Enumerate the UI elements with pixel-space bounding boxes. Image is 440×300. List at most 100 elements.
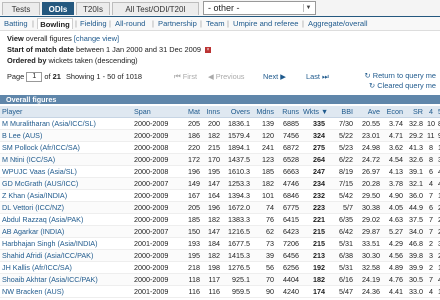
table-row: SM Pollock (Afr/ICC/SA) 2000-2008 220 215 18… (0, 141, 440, 154)
cell-player[interactable]: Abdul Razzaq (Asia/PAK) (0, 213, 132, 226)
cell-runs: 6846 (276, 189, 301, 202)
nav-all-round[interactable]: All-round (115, 18, 145, 29)
nav-batting[interactable]: Batting (4, 18, 28, 29)
change-view-link[interactable]: [change view] (74, 34, 119, 43)
cell-wkts: 174 (301, 285, 327, 298)
total-pages: 21 (52, 72, 61, 81)
cell-span: 2000-2007 (132, 177, 182, 190)
cell-econ: 4.89 (382, 261, 405, 274)
tab-all-formats[interactable]: All Test/ODI/T20I (112, 2, 199, 15)
tab-tests[interactable]: Tests (2, 2, 40, 15)
cell-player[interactable]: AB Agarkar (INDIA) (0, 225, 132, 238)
col-wkts-cell[interactable]: Wkts ▼ (301, 106, 327, 118)
cell-player[interactable]: SM Pollock (Afr/ICC/SA) (0, 141, 132, 154)
section-header: Overall figures (0, 95, 440, 104)
cell-sr: 32.6 (405, 153, 425, 166)
cell-5w: 8 (435, 117, 440, 130)
cell-overs: 1610.3 (222, 165, 252, 178)
cell-player[interactable]: Shahid Afridi (Asia/ICC/PAK) (0, 249, 132, 262)
tab-t20is[interactable]: T20Is (76, 2, 110, 15)
previous-page-label: Previous (215, 72, 245, 81)
cell-5w: 1 (435, 189, 440, 202)
cell-wkts: 192 (301, 261, 327, 274)
last-page-link[interactable]: Last ⏭ (306, 72, 329, 82)
cell-player[interactable]: B Lee (AUS) (0, 129, 132, 142)
cell-player[interactable]: M Muralitharan (Asia/ICC/SL) (0, 117, 132, 130)
col-econ[interactable]: Econ (382, 106, 405, 118)
cell-5w: 9 (435, 129, 440, 142)
previous-page-icon: ◀ (208, 72, 214, 81)
page-number-input[interactable]: 1 (26, 72, 43, 83)
other-format-select[interactable]: - other - ▼ (203, 1, 316, 15)
col-sr[interactable]: SR (405, 106, 425, 118)
nav-aggregate-overall[interactable]: Aggregate/overall (308, 18, 368, 29)
cell-4w: 8 (425, 141, 435, 154)
cell-runs: 6456 (276, 249, 301, 262)
remove-filter-icon[interactable]: × (205, 47, 211, 54)
cell-wkts: 247 (301, 165, 327, 178)
next-page-link[interactable]: Next ▶ (263, 72, 286, 81)
cell-bbi: 5/7 (327, 201, 355, 214)
cell-4w: 8 (425, 153, 435, 166)
table-row: AB Agarkar (INDIA) 2000-2007 150 147 1216.5 6… (0, 225, 440, 238)
col-span[interactable]: Span (132, 106, 182, 118)
nav-partnership[interactable]: Partnership (158, 18, 197, 29)
cell-4w: 7 (425, 225, 435, 238)
cell-player[interactable]: Harbhajan Singh (Asia/INDIA) (0, 237, 132, 250)
cell-econ: 4.13 (382, 165, 405, 178)
return-to-query-link[interactable]: ↻ Return to query me (364, 71, 436, 80)
col-runs[interactable]: Runs (276, 106, 301, 118)
cell-econ: 4.05 (382, 201, 405, 214)
cell-sr: 46.8 (405, 237, 425, 250)
cell-player[interactable]: JH Kallis (Afr/ICC/SA) (0, 261, 132, 274)
cell-sr: 39.1 (405, 165, 425, 178)
col-inns[interactable]: Inns (202, 106, 222, 118)
cell-econ: 3.78 (382, 177, 405, 190)
cell-player[interactable]: Shoaib Akhtar (Asia/ICC/PAK) (0, 273, 132, 286)
nav-bowling[interactable]: Bowling (37, 18, 73, 29)
col-mat[interactable]: Mat (182, 106, 202, 118)
cell-player[interactable]: NW Bracken (AUS) (0, 285, 132, 298)
cell-player[interactable]: M Ntini (ICC/SA) (0, 153, 132, 166)
tab-odis[interactable]: ODIs (42, 2, 74, 15)
cell-mat: 172 (182, 153, 202, 166)
cell-player[interactable]: DL Vettori (ICC/NZ) (0, 201, 132, 214)
nav-fielding[interactable]: Fielding (80, 18, 107, 29)
cell-bbi: 5/47 (327, 285, 355, 298)
col-mdns[interactable]: Mdns (252, 106, 276, 118)
cell-overs: 1836.1 (222, 117, 252, 130)
col-4w[interactable]: 4 (425, 106, 435, 118)
cell-ave: 24.72 (355, 153, 382, 166)
cell-sr: 34.0 (405, 225, 425, 238)
return-arrow-icon: ↻ (364, 71, 371, 80)
cell-player[interactable]: Z Khan (Asia/INDIA) (0, 189, 132, 202)
cell-5w: 2 (435, 225, 440, 238)
col-ave[interactable]: Ave (355, 106, 382, 118)
col-overs[interactable]: Overs (222, 106, 252, 118)
cell-econ: 5.27 (382, 225, 405, 238)
page-label: Page (7, 72, 25, 81)
table-row: NW Bracken (AUS) 2001-2009 116 116 959.5 90 42… (0, 285, 440, 298)
cell-5w: 3 (435, 153, 440, 166)
cell-player[interactable]: GD McGrath (AUS/ICC) (0, 177, 132, 190)
cell-wkts: 215 (301, 237, 327, 250)
nav-team[interactable]: Team (206, 18, 225, 29)
cell-ave: 30.30 (355, 249, 382, 262)
col-5w[interactable]: 5 (435, 106, 440, 118)
nav-umpire-referee[interactable]: Umpire and referee (233, 18, 298, 29)
cell-inns: 170 (202, 153, 222, 166)
cell-inns: 215 (202, 141, 222, 154)
cell-ave: 26.97 (355, 165, 382, 178)
cell-mdns: 70 (252, 273, 276, 286)
cell-player[interactable]: WPUJC Vaas (Asia/SL) (0, 165, 132, 178)
showing-range: 1 - 50 of 1018 (96, 72, 143, 81)
cell-4w: 6 (425, 201, 435, 214)
table-row: WPUJC Vaas (Asia/SL) 2000-2008 196 195 1610.… (0, 165, 440, 178)
col-bbi[interactable]: BBI (327, 106, 355, 118)
cell-4w: 6 (425, 165, 435, 178)
cell-mat: 185 (182, 213, 202, 226)
cell-bbi: 5/31 (327, 237, 355, 250)
cell-sr: 37.5 (405, 213, 425, 226)
col-player[interactable]: Player (0, 106, 132, 118)
cleared-query-link[interactable]: ↻ Cleared query me (369, 81, 436, 90)
